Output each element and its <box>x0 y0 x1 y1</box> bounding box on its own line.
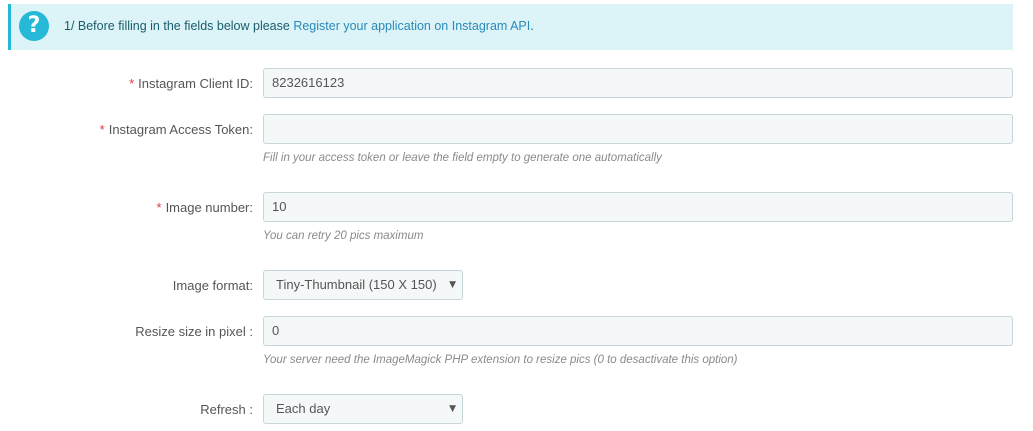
access-token-label: * Instagram Access Token: <box>100 122 253 137</box>
refresh-label: Refresh : <box>200 402 253 417</box>
caret-down-icon: ▼ <box>449 280 456 290</box>
image-format-label: Image format: <box>172 278 253 293</box>
client-id-label-text: Instagram Client ID: <box>138 76 253 91</box>
resize-size-help: Your server need the ImageMagick PHP ext… <box>263 354 738 366</box>
required-asterisk: * <box>156 200 162 215</box>
resize-size-label: Resize size in pixel : <box>135 324 253 339</box>
image-number-help: You can retry 20 pics maximum <box>263 230 424 242</box>
image-format-select[interactable]: Tiny-Thumbnail (150 X 150) ▼ <box>263 270 463 300</box>
info-alert: ? 1/ Before filling in the fields below … <box>8 4 1013 50</box>
image-number-label: * Image number: <box>157 200 254 215</box>
image-format-selected: Tiny-Thumbnail (150 X 150) <box>276 277 437 292</box>
image-number-label-text: Image number: <box>165 200 253 215</box>
alert-message: 1/ Before filling in the fields below pl… <box>64 19 534 33</box>
alert-text-after: . <box>530 19 534 33</box>
register-instagram-api-link[interactable]: Register your application on Instagram A… <box>293 19 530 33</box>
client-id-label: * Instagram Client ID: <box>129 76 253 91</box>
access-token-help: Fill in your access token or leave the f… <box>263 152 662 164</box>
image-number-input[interactable]: 10 <box>263 192 1013 222</box>
alert-text-before: 1/ Before filling in the fields below pl… <box>64 19 294 33</box>
access-token-label-text: Instagram Access Token: <box>108 122 253 137</box>
caret-down-icon: ▼ <box>449 404 456 414</box>
client-id-input[interactable]: 8232616123 <box>263 68 1013 98</box>
resize-size-input[interactable]: 0 <box>263 316 1013 346</box>
access-token-input[interactable] <box>263 114 1013 144</box>
question-circle-icon: ? <box>19 11 49 41</box>
required-asterisk: * <box>99 122 105 137</box>
refresh-select[interactable]: Each day ▼ <box>263 394 463 424</box>
refresh-selected: Each day <box>276 401 331 416</box>
required-asterisk: * <box>129 76 135 91</box>
